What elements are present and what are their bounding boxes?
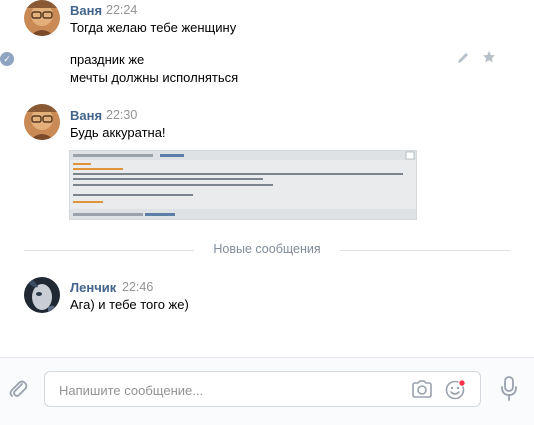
camera-icon[interactable] <box>411 379 433 404</box>
author-name[interactable]: Ваня <box>70 108 102 123</box>
message-input-box[interactable] <box>44 371 481 408</box>
message-input[interactable] <box>57 372 391 408</box>
message-time[interactable]: 22:46 <box>122 280 153 294</box>
author-name[interactable]: Ваня <box>70 3 102 18</box>
attached-image-content <box>70 151 416 219</box>
notification-dot <box>458 379 466 387</box>
message-time[interactable]: 22:30 <box>106 108 137 122</box>
composer-bar <box>0 357 534 425</box>
message-time[interactable]: 22:24 <box>106 3 137 17</box>
message-text: мечты должны исполняться <box>70 70 239 85</box>
avatar[interactable] <box>24 0 60 36</box>
avatar-image <box>24 104 60 140</box>
avatar[interactable] <box>24 277 60 313</box>
pencil-icon[interactable] <box>456 51 470 68</box>
smile-icon[interactable] <box>445 378 467 405</box>
message-text: Будь аккуратна! <box>70 125 166 140</box>
new-messages-divider: Новые сообщения <box>213 242 321 256</box>
divider-line-right <box>340 250 510 251</box>
author-name[interactable]: Ленчик <box>70 280 116 295</box>
avatar-image <box>24 0 60 36</box>
divider-line-left <box>24 250 194 251</box>
microphone-icon[interactable] <box>500 376 518 407</box>
message-text: Тогда желаю тебе женщину <box>70 20 237 35</box>
star-icon[interactable] <box>482 50 496 67</box>
check-circle-icon: ✓ <box>0 52 14 66</box>
avatar-image <box>24 277 60 313</box>
message-text: праздник же <box>70 52 145 67</box>
paperclip-icon[interactable] <box>8 378 28 405</box>
attached-image[interactable] <box>69 150 417 220</box>
message-text: Ага) и тебе того же) <box>70 297 189 312</box>
avatar[interactable] <box>24 104 60 140</box>
